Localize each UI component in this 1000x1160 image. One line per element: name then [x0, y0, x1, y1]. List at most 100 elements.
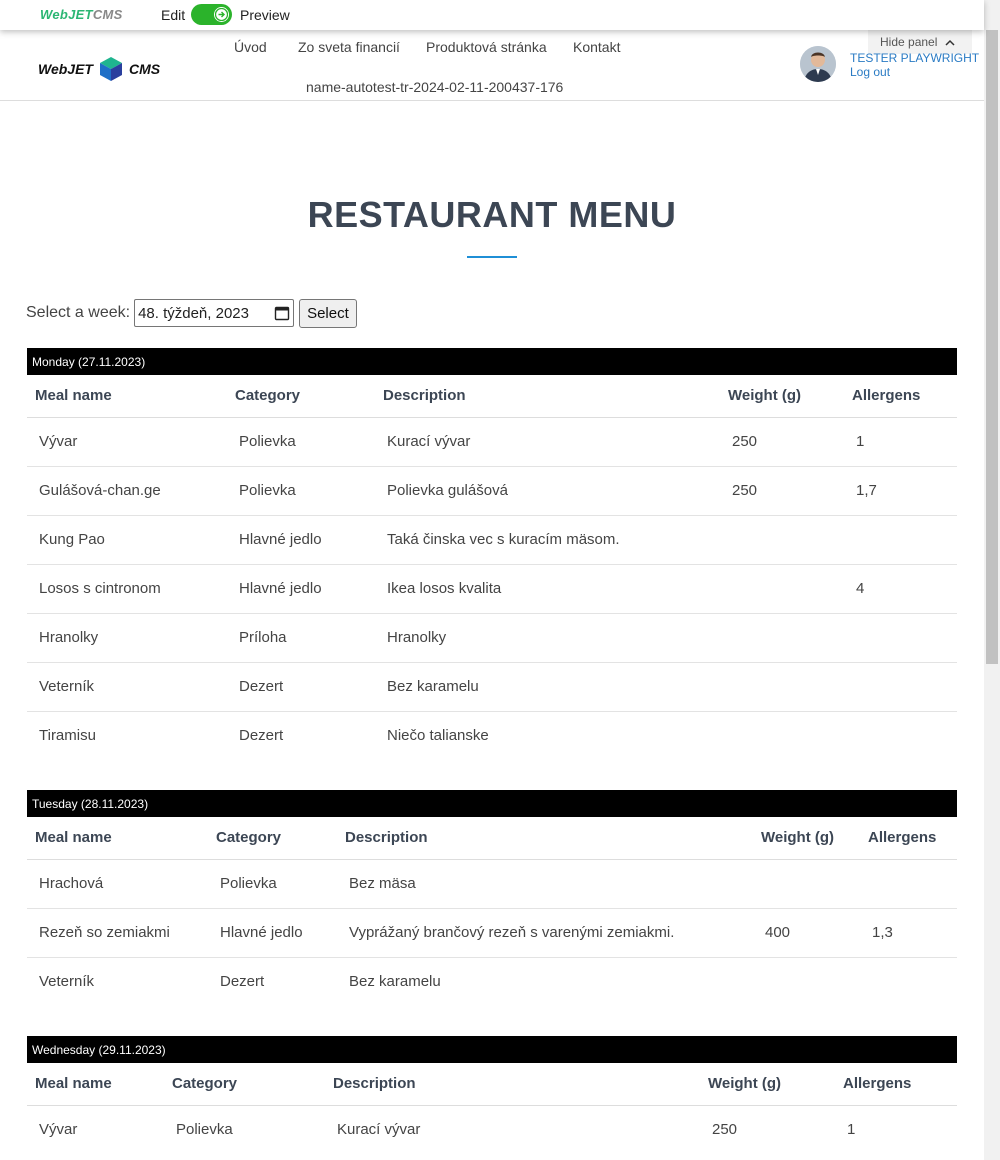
- column-meal-name: Meal name: [27, 817, 208, 860]
- day-section-wednesday: Wednesday (29.11.2023) Meal name Categor…: [27, 1036, 957, 1154]
- meal-name-cell: Losos s cintronom: [27, 564, 227, 614]
- table-row: Kung Pao Hlavné jedlo Taká činska vec s …: [27, 515, 957, 565]
- table-row: Tiramisu Dezert Niečo talianske: [27, 711, 957, 760]
- category-cell: Polievka: [227, 417, 375, 467]
- select-week-button[interactable]: Select: [299, 298, 357, 328]
- column-description: Description: [325, 1063, 700, 1106]
- category-cell: Polievka: [176, 1121, 233, 1139]
- description-cell: Ikea losos kvalita: [375, 564, 720, 614]
- table-row: Veterník Dezert Bez karamelu: [27, 662, 957, 712]
- column-weight: Weight (g): [720, 375, 844, 418]
- week-selector: Select a week: 48. týždeň, 2023 Select: [26, 298, 357, 328]
- allergens-cell: 1,7: [844, 466, 957, 516]
- column-allergens: Allergens: [860, 817, 957, 860]
- weight-cell: [753, 859, 860, 909]
- logo-small-part-a: WebJET: [40, 7, 93, 22]
- weight-cell: [720, 711, 844, 760]
- page-title: RESTAURANT MENU: [307, 194, 677, 235]
- menu-table: Meal name Category Description Weight (g…: [27, 1063, 957, 1154]
- edit-preview-toggle[interactable]: [191, 4, 232, 25]
- table-row: Vývar Polievka Kurací vývar 250 1: [27, 417, 957, 467]
- menu-table: Meal name Category Description Weight (g…: [27, 375, 957, 760]
- meal-name-cell: Hrachová: [27, 859, 208, 909]
- allergens-cell: [844, 711, 957, 760]
- calendar-icon[interactable]: [274, 305, 290, 321]
- nav-item-zo-sveta-financii[interactable]: Zo sveta financií: [298, 39, 400, 55]
- weight-cell: [720, 515, 844, 565]
- column-allergens: Allergens: [844, 375, 957, 418]
- category-cell: Dezert: [220, 973, 265, 991]
- edit-toolbar: WebJETCMS Edit Preview: [0, 0, 984, 30]
- nav-item-kontakt[interactable]: Kontakt: [573, 39, 620, 55]
- page-scrollbar[interactable]: [984, 0, 1000, 1160]
- description-cell: Kurací vývar: [375, 417, 720, 467]
- site-header: WebJET CMS Úvod Zo sveta financií Produk…: [0, 30, 984, 101]
- category-cell: Polievka: [227, 466, 375, 516]
- column-allergens: Allergens: [835, 1063, 957, 1106]
- description-cell: Niečo talianske: [387, 727, 489, 745]
- user-name-link[interactable]: TESTER PLAYWRIGHT: [850, 51, 979, 65]
- category-cell: Dezert: [227, 662, 375, 712]
- weight-cell: 250: [720, 417, 844, 467]
- description-cell: Bez karamelu: [349, 973, 441, 991]
- meal-name-cell: Vývar: [27, 417, 227, 467]
- table-row: Vývar Polievka Kurací vývar 250 1: [27, 1105, 957, 1154]
- description-cell: Hranolky: [375, 613, 720, 663]
- weight-cell: [720, 613, 844, 663]
- nav-item-autotest-page[interactable]: name-autotest-tr-2024-02-11-200437-176: [306, 79, 563, 95]
- day-section-monday: Monday (27.11.2023) Meal name Category D…: [27, 348, 957, 760]
- avatar[interactable]: [800, 46, 836, 82]
- category-cell: Dezert: [239, 727, 284, 745]
- allergens-cell: 1,3: [860, 908, 957, 958]
- weight-cell: [720, 564, 844, 614]
- table-row: Veterník Dezert Bez karamelu: [27, 957, 957, 1006]
- webjet-logo-small[interactable]: WebJETCMS: [40, 7, 123, 22]
- week-input[interactable]: 48. týždeň, 2023: [134, 299, 295, 327]
- column-weight: Weight (g): [753, 817, 860, 860]
- day-header: Wednesday (29.11.2023): [27, 1036, 957, 1063]
- nav-item-produktova-stranka[interactable]: Produktová stránka: [426, 39, 547, 55]
- meal-name-cell: Gulášová-chan.ge: [27, 466, 227, 516]
- column-description: Description: [337, 817, 753, 860]
- day-header: Monday (27.11.2023): [27, 348, 957, 375]
- meal-name-cell: Tiramisu: [39, 727, 96, 745]
- title-underline: [467, 256, 517, 258]
- nav-item-uvod[interactable]: Úvod: [234, 39, 267, 55]
- weight-cell: [753, 957, 860, 1006]
- table-row: Hranolky Príloha Hranolky: [27, 613, 957, 663]
- category-cell: Hlavné jedlo: [227, 515, 375, 565]
- weight-cell: 250: [712, 1121, 738, 1139]
- weight-cell: [720, 662, 844, 712]
- meal-name-cell: Veterník: [27, 662, 227, 712]
- allergens-cell: [844, 662, 957, 712]
- meal-name-cell: Veterník: [39, 973, 95, 991]
- description-cell: Kurací vývar: [337, 1121, 421, 1139]
- edit-label: Edit: [161, 7, 186, 23]
- description-cell: Taká činska vec s kuracím mäsom.: [375, 515, 720, 565]
- column-meal-name: Meal name: [27, 375, 227, 418]
- week-input-value: 48. týždeň, 2023: [138, 304, 249, 322]
- site-logo[interactable]: WebJET CMS: [38, 56, 160, 82]
- allergens-cell: [844, 613, 957, 663]
- logout-link[interactable]: Log out: [850, 65, 890, 79]
- allergens-cell: [860, 957, 957, 1006]
- meal-name-cell: Hranolky: [27, 613, 227, 663]
- column-meal-name: Meal name: [27, 1063, 164, 1106]
- weight-cell: 250: [720, 466, 844, 516]
- column-category: Category: [164, 1063, 325, 1106]
- table-row: Hrachová Polievka Bez mäsa: [27, 859, 957, 909]
- table-row: Gulášová-chan.ge Polievka Polievka guláš…: [27, 466, 957, 516]
- column-category: Category: [227, 375, 375, 418]
- description-cell: Vyprážaný brančový rezeň s varenými zemi…: [337, 908, 753, 958]
- meal-name-cell: Rezeň so zemiakmi: [27, 908, 208, 958]
- weight-cell: 400: [753, 908, 860, 958]
- week-label: Select a week:: [26, 304, 131, 321]
- menu-table: Meal name Category Description Weight (g…: [27, 817, 957, 1006]
- logo-small-part-b: CMS: [92, 7, 123, 22]
- scrollbar-thumb[interactable]: [986, 30, 998, 664]
- day-header: Tuesday (28.11.2023): [27, 790, 957, 817]
- allergens-cell: [860, 859, 957, 909]
- category-cell: Príloha: [227, 613, 375, 663]
- column-weight: Weight (g): [700, 1063, 835, 1106]
- meal-name-cell: Kung Pao: [27, 515, 227, 565]
